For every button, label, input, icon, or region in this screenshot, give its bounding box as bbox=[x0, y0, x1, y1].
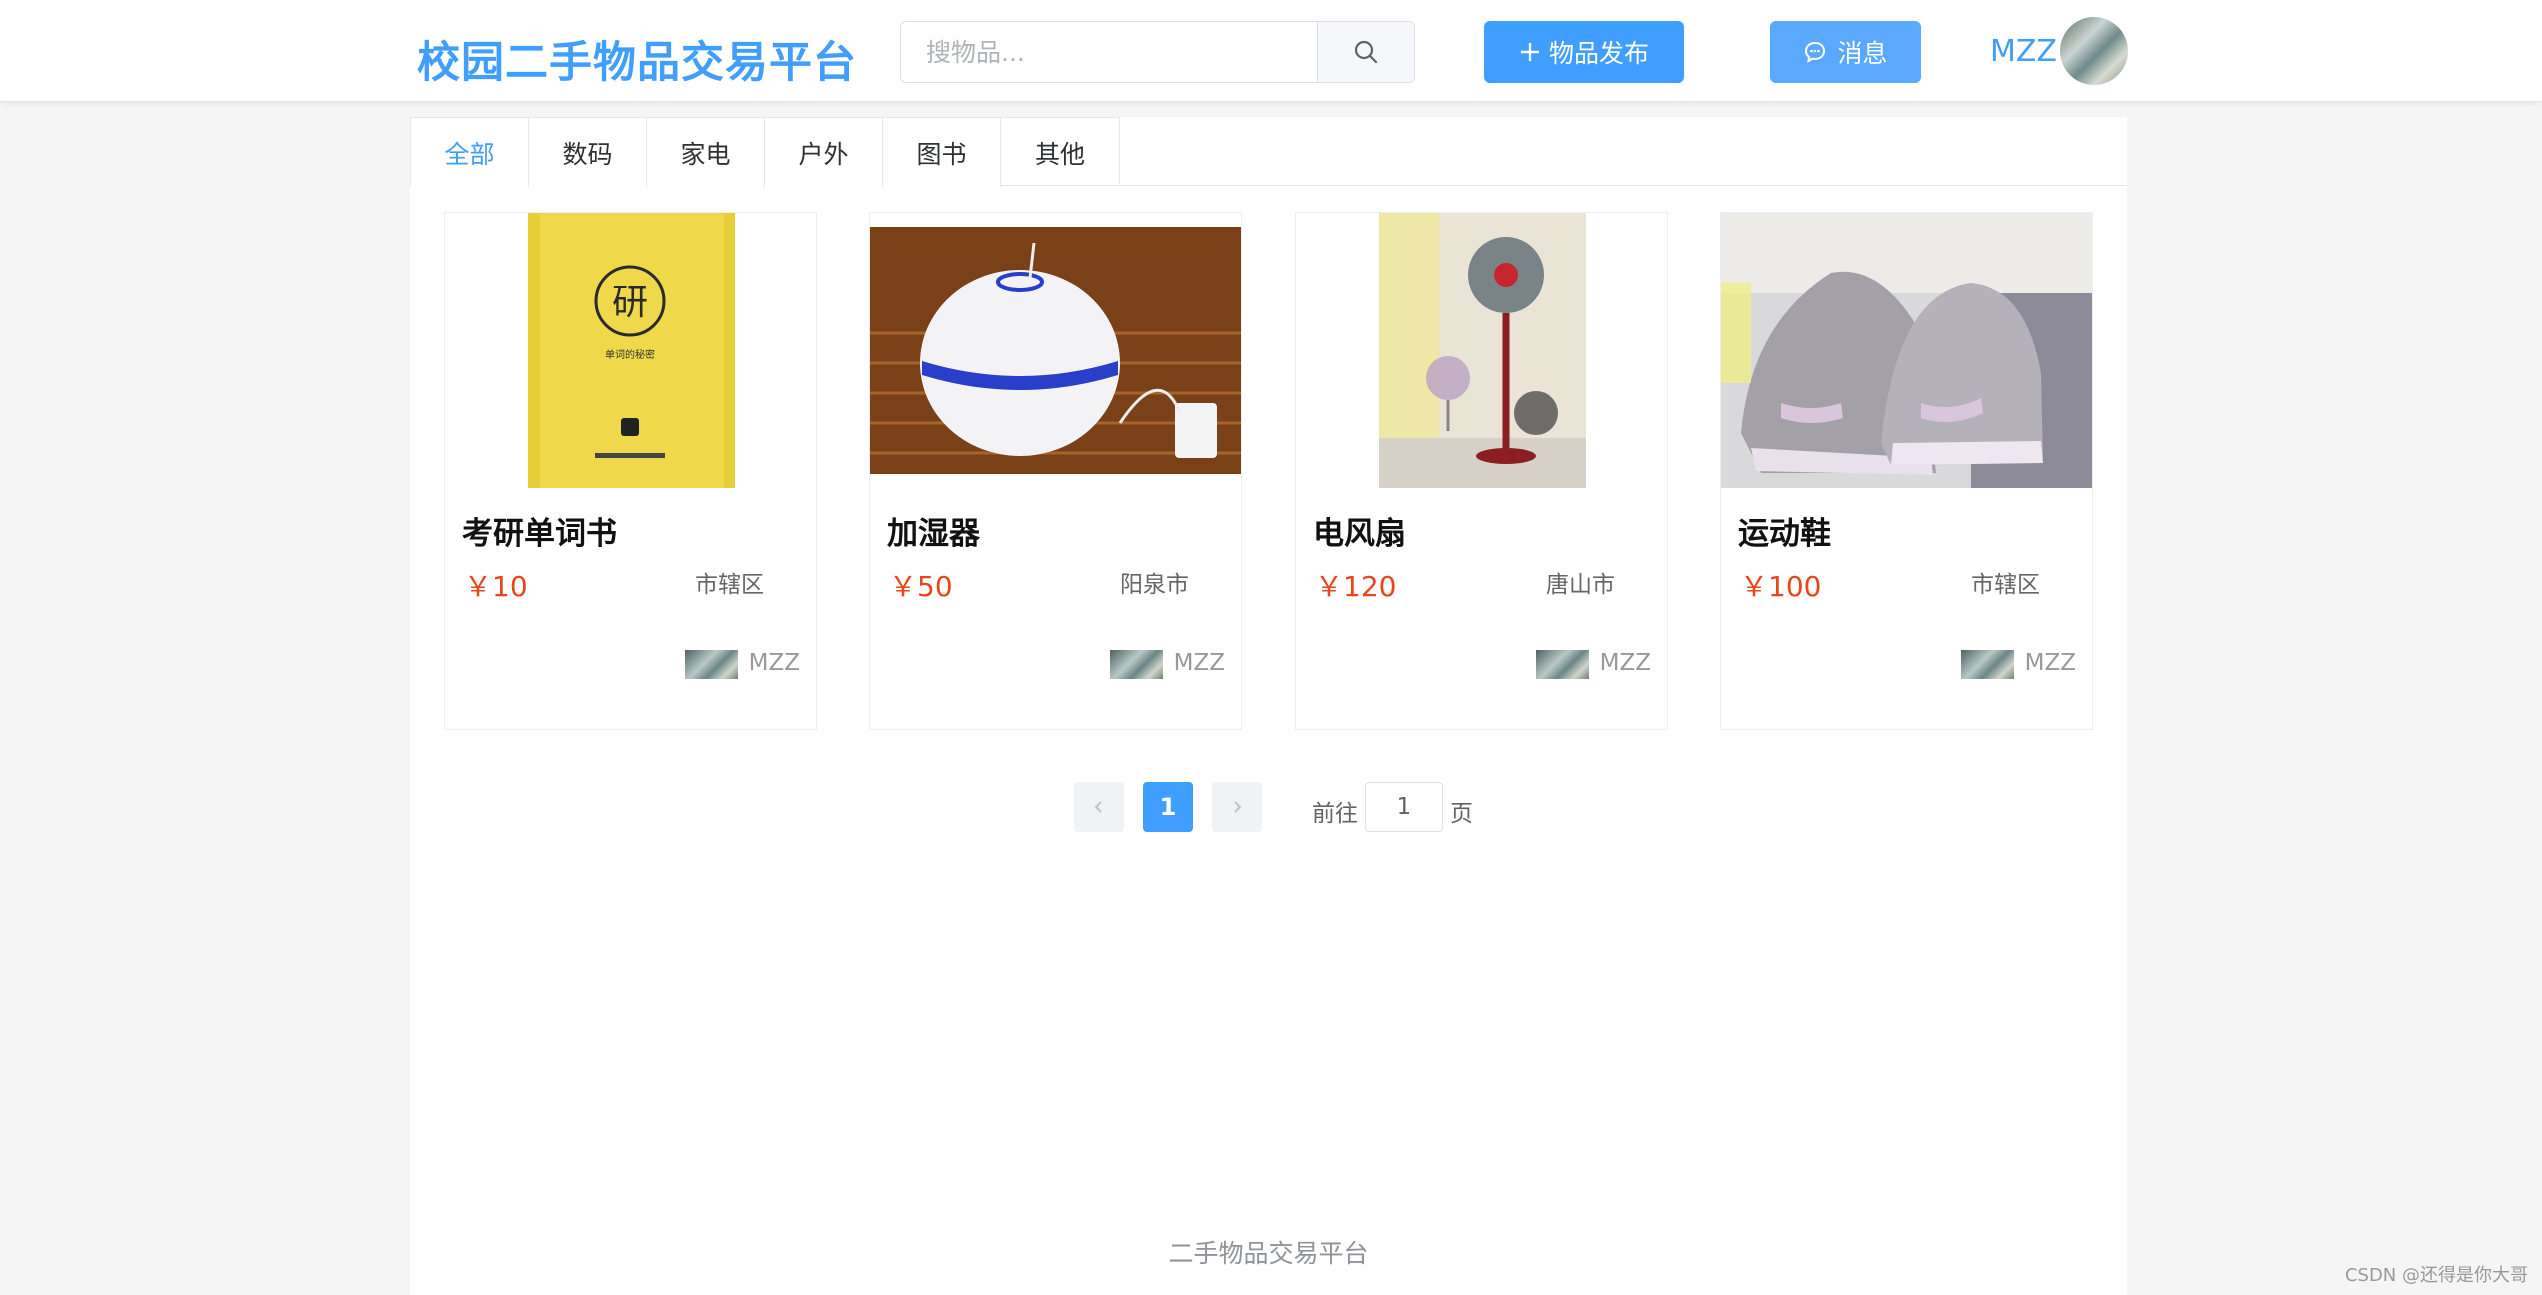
seller-name: MZZ bbox=[1173, 650, 1225, 676]
site-logo[interactable]: 校园二手物品交易平台 bbox=[417, 28, 857, 90]
item-image bbox=[870, 213, 1241, 488]
book-cover-subtitle: 单词的秘密 bbox=[605, 348, 655, 361]
watermark: CSDN @还得是你大哥 bbox=[2344, 1265, 2528, 1286]
seller-avatar bbox=[1536, 650, 1589, 679]
item-location: 阳泉市 bbox=[1120, 572, 1189, 598]
tab-other[interactable]: 其他 bbox=[1001, 118, 1119, 187]
tab-appliances[interactable]: 家电 bbox=[647, 118, 765, 187]
publish-item-button[interactable]: 物品发布 bbox=[1484, 21, 1684, 83]
next-page-button[interactable] bbox=[1212, 782, 1262, 832]
item-image: 研 单词的秘密 bbox=[445, 213, 816, 488]
seller-avatar bbox=[1961, 650, 2014, 679]
tab-books[interactable]: 图书 bbox=[883, 118, 1001, 187]
search-icon bbox=[1354, 40, 1378, 64]
item-image bbox=[1721, 213, 2092, 488]
message-label: 消息 bbox=[1837, 39, 1888, 68]
goto-page-input[interactable] bbox=[1365, 782, 1443, 832]
user-name[interactable]: MZZ bbox=[1990, 34, 2057, 69]
chevron-left-icon bbox=[1094, 801, 1102, 813]
plus-icon bbox=[1520, 43, 1539, 61]
item-title: 运动鞋 bbox=[1738, 516, 1831, 552]
search-box bbox=[900, 21, 1415, 83]
pagination: 1 前往 页 bbox=[410, 782, 2127, 832]
tab-outdoor[interactable]: 户外 bbox=[765, 118, 883, 187]
item-location: 唐山市 bbox=[1546, 572, 1615, 598]
message-button[interactable]: 消息 bbox=[1770, 21, 1921, 83]
chat-bubble-icon bbox=[1805, 41, 1826, 63]
item-price: ￥120 bbox=[1315, 570, 1397, 603]
item-price: ￥50 bbox=[889, 570, 953, 603]
item-card[interactable]: 电风扇 ￥120 唐山市 MZZ bbox=[1295, 212, 1668, 730]
item-price: ￥10 bbox=[464, 570, 528, 603]
prev-page-button[interactable] bbox=[1074, 782, 1124, 832]
page-number[interactable]: 1 bbox=[1143, 782, 1193, 832]
goto-suffix: 页 bbox=[1450, 801, 1473, 827]
main-content: 全部 数码 家电 户外 图书 其他 研 单词的秘密 考研单词书 ￥10 市辖区 … bbox=[410, 117, 2127, 1295]
search-button[interactable] bbox=[1317, 22, 1414, 82]
item-card[interactable]: 研 单词的秘密 考研单词书 ￥10 市辖区 MZZ bbox=[444, 212, 817, 730]
publish-label: 物品发布 bbox=[1548, 39, 1649, 68]
footer-text: 二手物品交易平台 bbox=[1168, 1239, 1369, 1268]
tabs-divider bbox=[1000, 185, 2127, 186]
seller-avatar bbox=[685, 650, 738, 679]
top-navbar: 校园二手物品交易平台 物品发布 消息 MZZ bbox=[0, 0, 2542, 102]
item-title: 电风扇 bbox=[1313, 516, 1406, 552]
user-avatar[interactable] bbox=[2060, 17, 2128, 85]
tab-digital[interactable]: 数码 bbox=[529, 118, 647, 187]
item-location: 市辖区 bbox=[1971, 572, 2040, 598]
seller-name: MZZ bbox=[1599, 650, 1651, 676]
item-location: 市辖区 bbox=[695, 572, 764, 598]
goto-prefix: 前往 bbox=[1312, 801, 1358, 827]
seller-name: MZZ bbox=[2024, 650, 2076, 676]
seller-name: MZZ bbox=[748, 650, 800, 676]
item-card[interactable]: 加湿器 ￥50 阳泉市 MZZ bbox=[869, 212, 1242, 730]
search-input[interactable] bbox=[901, 22, 1319, 82]
item-title: 考研单词书 bbox=[462, 516, 617, 552]
item-title: 加湿器 bbox=[887, 516, 980, 552]
item-image bbox=[1296, 213, 1667, 488]
seller-avatar bbox=[1110, 650, 1163, 679]
book-cover-char: 研 bbox=[612, 282, 648, 323]
item-card[interactable]: 运动鞋 ￥100 市辖区 MZZ bbox=[1720, 212, 2093, 730]
item-price: ￥100 bbox=[1740, 570, 1822, 603]
chevron-right-icon bbox=[1234, 801, 1242, 813]
category-tabs: 全部 数码 家电 户外 图书 其他 bbox=[410, 117, 1120, 187]
tab-all[interactable]: 全部 bbox=[411, 118, 529, 187]
